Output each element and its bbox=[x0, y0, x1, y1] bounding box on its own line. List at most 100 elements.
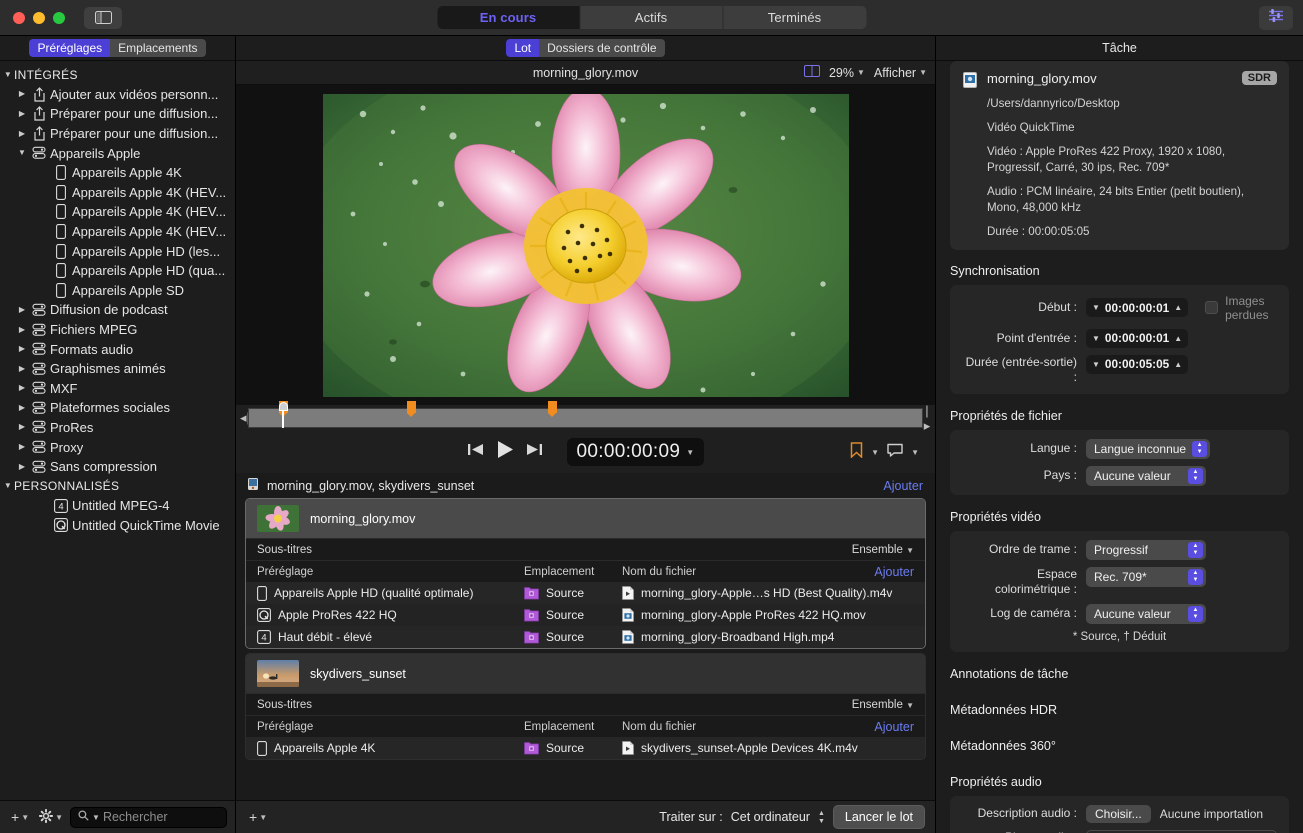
in-point-timecode-field[interactable]: ▼ 00:00:00:01 ▲ bbox=[1086, 328, 1189, 348]
tab-termines[interactable]: Terminés bbox=[723, 6, 866, 29]
tree-group-1[interactable]: PERSONNALISÉS bbox=[0, 476, 235, 496]
batch-add-button[interactable]: Ajouter bbox=[883, 479, 923, 493]
tree-item-0-5[interactable]: Appareils Apple 4K (HEV... bbox=[0, 183, 235, 203]
output-location-cell[interactable]: Source bbox=[524, 586, 622, 600]
section-metadonnees-360[interactable]: Métadonnées 360° bbox=[950, 739, 1289, 753]
tree-item-0-19[interactable]: Sans compression bbox=[0, 457, 235, 477]
timecode-field[interactable]: 00:00:00:09 ▼ bbox=[566, 438, 705, 466]
chevron-right-icon[interactable] bbox=[16, 306, 28, 314]
tree-item-0-10[interactable]: Appareils Apple SD bbox=[0, 281, 235, 301]
tree-item-0-11[interactable]: Diffusion de podcast bbox=[0, 300, 235, 320]
output-location-cell[interactable]: Source bbox=[524, 630, 622, 644]
go-to-end-icon[interactable]: |▸ bbox=[923, 403, 931, 434]
chevron-right-icon[interactable] bbox=[16, 90, 28, 98]
preset-actions-button[interactable]: ▼ bbox=[36, 807, 66, 828]
view-menu[interactable]: Afficher ▼ bbox=[874, 66, 927, 80]
camera-log-select[interactable]: Aucune valeur ▲ ▼ bbox=[1086, 603, 1206, 624]
tree-item-0-14[interactable]: Graphismes animés bbox=[0, 359, 235, 379]
chevron-down-icon[interactable]: ▼ bbox=[1092, 334, 1100, 343]
field-order-select[interactable]: Progressif ▲ ▼ bbox=[1086, 539, 1206, 560]
subtitles-menu[interactable]: Ensemble ▼ bbox=[852, 699, 914, 711]
chevron-right-icon[interactable] bbox=[16, 384, 28, 392]
close-button[interactable] bbox=[13, 11, 25, 24]
output-row-2[interactable]: 4 Haut débit - élevé Source morning_glory-B… bbox=[246, 626, 925, 648]
add-job-button[interactable]: + ▼ bbox=[246, 807, 270, 827]
chevron-up-icon[interactable]: ▲ bbox=[1174, 360, 1182, 369]
timeline-scrubber[interactable] bbox=[248, 401, 923, 428]
stepper-icon[interactable]: ▲ ▼ bbox=[818, 810, 825, 825]
sidebar-tabs[interactable]: Préréglages Emplacements bbox=[29, 39, 206, 57]
duration-timecode-field[interactable]: ▼ 00:00:05:05 ▲ bbox=[1086, 354, 1189, 374]
output-location-cell[interactable]: Source bbox=[524, 741, 622, 755]
minimize-button[interactable] bbox=[33, 11, 45, 24]
country-select[interactable]: Aucune valeur ▲ ▼ bbox=[1086, 465, 1206, 486]
job-header[interactable]: morning_glory.mov bbox=[246, 499, 925, 538]
chevron-down-icon[interactable]: ▼ bbox=[1092, 360, 1100, 369]
skip-forward-icon[interactable] bbox=[526, 442, 543, 462]
tree-item-0-4[interactable]: Appareils Apple 4K bbox=[0, 163, 235, 183]
chevron-right-icon[interactable] bbox=[16, 365, 28, 373]
tree-item-1-1[interactable]: Untitled QuickTime Movie bbox=[0, 516, 235, 536]
subtitles-menu[interactable]: Ensemble ▼ bbox=[852, 544, 914, 556]
output-filename-cell[interactable]: skydivers_sunset-Apple Devices 4K.m4v bbox=[622, 741, 914, 755]
chevron-right-icon[interactable] bbox=[16, 443, 28, 451]
split-view-icon[interactable] bbox=[803, 65, 820, 80]
tree-item-0-12[interactable]: Fichiers MPEG bbox=[0, 320, 235, 340]
add-output-button[interactable]: Ajouter bbox=[874, 565, 914, 579]
chevron-right-icon[interactable] bbox=[16, 130, 28, 138]
chevron-down-icon[interactable] bbox=[2, 482, 14, 490]
colorspace-select[interactable]: Rec. 709* ▲ ▼ bbox=[1086, 566, 1206, 587]
tab-en-cours[interactable]: En cours bbox=[437, 6, 580, 29]
job-0[interactable]: morning_glory.mov Sous-titres Ensemble ▼ Pr… bbox=[245, 498, 926, 649]
chevron-right-icon[interactable] bbox=[16, 463, 28, 471]
chevron-right-icon[interactable] bbox=[16, 423, 28, 431]
tree-item-0-15[interactable]: MXF bbox=[0, 379, 235, 399]
section-metadonnees-hdr[interactable]: Métadonnées HDR bbox=[950, 703, 1289, 717]
status-tabs[interactable]: En cours Actifs Terminés bbox=[437, 6, 866, 29]
chevron-right-icon[interactable] bbox=[16, 345, 28, 353]
chevron-up-icon[interactable]: ▲ bbox=[1174, 334, 1182, 343]
tree-item-0-7[interactable]: Appareils Apple 4K (HEV... bbox=[0, 222, 235, 242]
chevron-down-icon[interactable]: ▼ bbox=[1092, 303, 1100, 312]
start-timecode-field[interactable]: ▼ 00:00:00:01 ▲ bbox=[1086, 298, 1189, 318]
section-annotations-de-tache[interactable]: Annotations de tâche bbox=[950, 667, 1289, 681]
chevron-down-icon[interactable] bbox=[16, 149, 28, 157]
inspector-toggle-button[interactable] bbox=[1259, 5, 1293, 30]
go-to-start-icon[interactable]: ◂| bbox=[240, 410, 250, 426]
chevron-right-icon[interactable] bbox=[16, 110, 28, 118]
zoom-level-menu[interactable]: 29% ▼ bbox=[829, 66, 865, 80]
timeline-marker-2[interactable] bbox=[547, 401, 557, 417]
tree-item-0-3[interactable]: Appareils Apple bbox=[0, 143, 235, 163]
tree-item-0-9[interactable]: Appareils Apple HD (qua... bbox=[0, 261, 235, 281]
tab-lot[interactable]: Lot bbox=[506, 39, 540, 57]
chevron-down-icon[interactable]: ▼ bbox=[911, 448, 919, 457]
tree-item-0-13[interactable]: Formats audio bbox=[0, 339, 235, 359]
playhead[interactable] bbox=[278, 402, 288, 428]
tree-item-1-0[interactable]: 4 Untitled MPEG-4 bbox=[0, 496, 235, 516]
chevron-down-icon[interactable] bbox=[2, 71, 14, 79]
output-filename-cell[interactable]: morning_glory-Broadband High.mp4 bbox=[622, 630, 914, 644]
output-filename-cell[interactable]: morning_glory-Apple…s HD (Best Quality).… bbox=[622, 586, 914, 600]
output-row-1[interactable]: Apple ProRes 422 HQ Source morning_glory-A… bbox=[246, 604, 925, 626]
job-1[interactable]: skydivers_sunset Sous-titres Ensemble ▼ Pré… bbox=[245, 653, 926, 760]
tree-item-0-16[interactable]: Plateformes sociales bbox=[0, 398, 235, 418]
bookmark-icon[interactable] bbox=[850, 441, 863, 463]
process-on-value[interactable]: Cet ordinateur bbox=[731, 810, 810, 824]
chevron-up-icon[interactable]: ▲ bbox=[1174, 303, 1182, 312]
skip-back-icon[interactable] bbox=[467, 442, 484, 462]
dropped-frames-checkbox[interactable] bbox=[1205, 301, 1219, 315]
search-input[interactable]: ▼ Rechercher bbox=[70, 806, 227, 828]
comment-icon[interactable] bbox=[887, 443, 903, 462]
output-row-0[interactable]: Appareils Apple 4K Source skydivers_sunset… bbox=[246, 737, 925, 759]
tab-actifs[interactable]: Actifs bbox=[580, 6, 723, 29]
tab-emplacements[interactable]: Emplacements bbox=[110, 39, 206, 57]
chevron-right-icon[interactable] bbox=[16, 404, 28, 412]
output-filename-cell[interactable]: morning_glory-Apple ProRes 422 HQ.mov bbox=[622, 608, 914, 622]
zoom-button[interactable] bbox=[53, 11, 65, 24]
tab-dossiers-de-controle[interactable]: Dossiers de contrôle bbox=[539, 39, 665, 57]
choose-audio-description-button[interactable]: Choisir... bbox=[1086, 804, 1151, 823]
output-row-0[interactable]: Appareils Apple HD (qualité optimale) Sou… bbox=[246, 582, 925, 604]
job-header[interactable]: skydivers_sunset bbox=[246, 654, 925, 693]
start-batch-button[interactable]: Lancer le lot bbox=[832, 805, 925, 829]
video-preview[interactable] bbox=[322, 93, 849, 397]
